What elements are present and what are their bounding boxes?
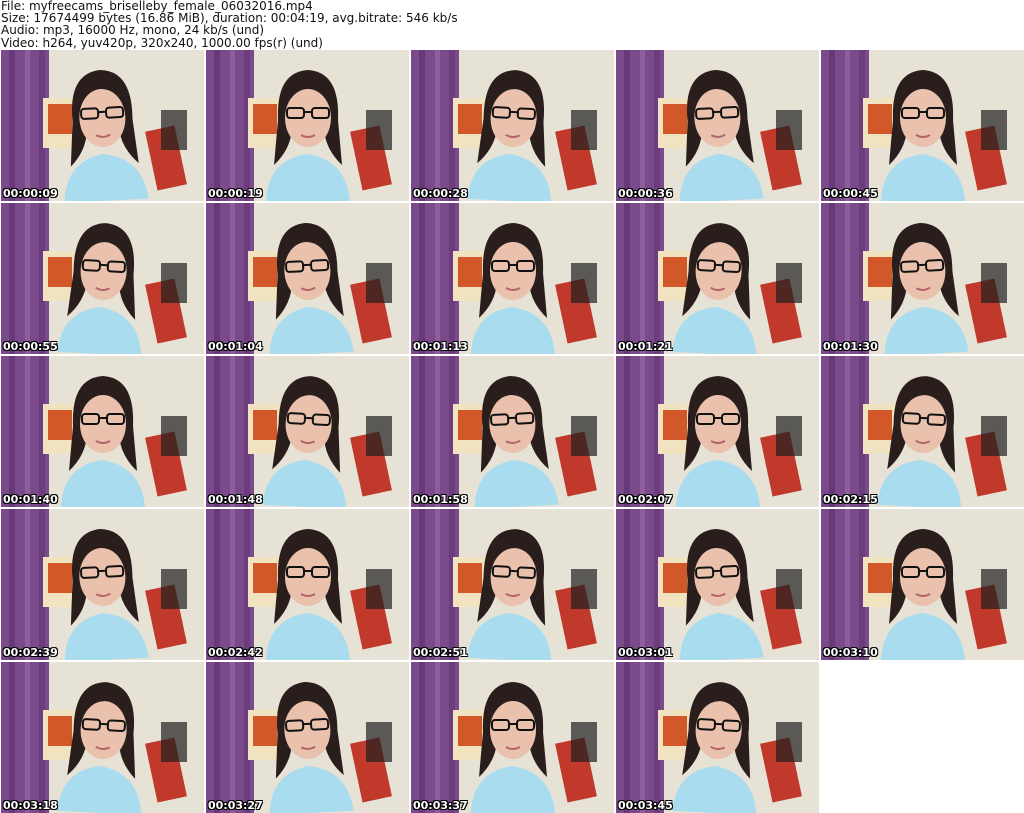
thumbnail-timestamp: 00:01:48 [208,494,263,505]
thumbnail-timestamp: 00:03:45 [618,800,673,811]
thumbnail-timestamp: 00:01:21 [618,341,673,352]
thumbnail-timestamp: 00:00:45 [823,188,878,199]
thumbnail-image [821,509,1024,660]
thumbnail-image [1,662,204,813]
thumbnail-image [206,203,409,354]
thumbnail-image [206,50,409,201]
thumbnail-timestamp: 00:01:58 [413,494,468,505]
video-thumbnail: 00:01:13 [411,203,614,354]
video-thumbnail: 00:02:07 [616,356,819,507]
video-thumbnail: 00:03:18 [1,662,204,813]
thumbnail-image [616,50,819,201]
video-thumbnail: 00:02:51 [411,509,614,660]
video-thumbnail: 00:00:36 [616,50,819,201]
thumbnail-timestamp: 00:03:37 [413,800,468,811]
thumbnail-grid: 00:00:09 00:00:19 00:00:28 00:00:36 00:00:45… [0,50,1024,811]
video-thumbnail: 00:03:01 [616,509,819,660]
thumbnail-image [616,203,819,354]
thumbnail-timestamp: 00:00:36 [618,188,673,199]
thumbnail-image [616,662,819,813]
video-info-line: Video: h264, yuv420p, 320x240, 1000.00 f… [1,37,1021,49]
thumbnail-image [206,509,409,660]
video-thumbnail: 00:00:55 [1,203,204,354]
video-thumbnail: 00:01:48 [206,356,409,507]
thumbnail-timestamp: 00:00:28 [413,188,468,199]
video-thumbnail: 00:03:45 [616,662,819,813]
thumbnail-timestamp: 00:03:18 [3,800,58,811]
thumbnail-timestamp: 00:03:27 [208,800,263,811]
thumbnail-timestamp: 00:01:30 [823,341,878,352]
video-thumbnail: 00:01:04 [206,203,409,354]
thumbnail-image [821,50,1024,201]
thumbnail-timestamp: 00:03:01 [618,647,673,658]
thumbnail-image [411,356,614,507]
thumbnail-image [1,203,204,354]
video-thumbnail: 00:01:58 [411,356,614,507]
video-thumbnail: 00:02:15 [821,356,1024,507]
thumbnail-image [616,356,819,507]
thumbnail-timestamp: 00:02:07 [618,494,673,505]
thumbnail-image [411,509,614,660]
thumbnail-image [616,509,819,660]
thumbnail-timestamp: 00:03:10 [823,647,878,658]
audio-info-line: Audio: mp3, 16000 Hz, mono, 24 kb/s (und… [1,24,1021,36]
thumbnail-image [411,50,614,201]
thumbnail-image [206,356,409,507]
thumbnail-timestamp: 00:02:42 [208,647,263,658]
thumbnail-timestamp: 00:00:09 [3,188,58,199]
video-thumbnail: 00:02:42 [206,509,409,660]
thumbnail-timestamp: 00:00:19 [208,188,263,199]
video-thumbnail: 00:00:09 [1,50,204,201]
thumbnail-image [1,509,204,660]
thumbnail-image [411,662,614,813]
thumbnail-timestamp: 00:01:04 [208,341,263,352]
thumbnail-image [821,356,1024,507]
thumbnail-image [821,203,1024,354]
thumbnail-timestamp: 00:00:55 [3,341,58,352]
thumbnail-timestamp: 00:01:13 [413,341,468,352]
video-thumbnail: 00:02:39 [1,509,204,660]
video-thumbnail: 00:00:45 [821,50,1024,201]
video-thumbnail: 00:00:19 [206,50,409,201]
video-thumbnail: 00:00:28 [411,50,614,201]
video-thumbnail: 00:03:10 [821,509,1024,660]
thumbnail-timestamp: 00:02:51 [413,647,468,658]
thumbnail-timestamp: 00:01:40 [3,494,58,505]
video-thumbnail: 00:01:30 [821,203,1024,354]
thumbnail-image [1,356,204,507]
video-thumbnail: 00:01:21 [616,203,819,354]
thumbnail-image [1,50,204,201]
video-thumbnail: 00:01:40 [1,356,204,507]
video-thumbnail: 00:03:37 [411,662,614,813]
video-thumbnail: 00:03:27 [206,662,409,813]
thumbnail-timestamp: 00:02:39 [3,647,58,658]
file-info-header: File: myfreecams_briselleby_female_06032… [1,0,1021,50]
thumbnail-image [206,662,409,813]
thumbnail-timestamp: 00:02:15 [823,494,878,505]
thumbnail-image [411,203,614,354]
